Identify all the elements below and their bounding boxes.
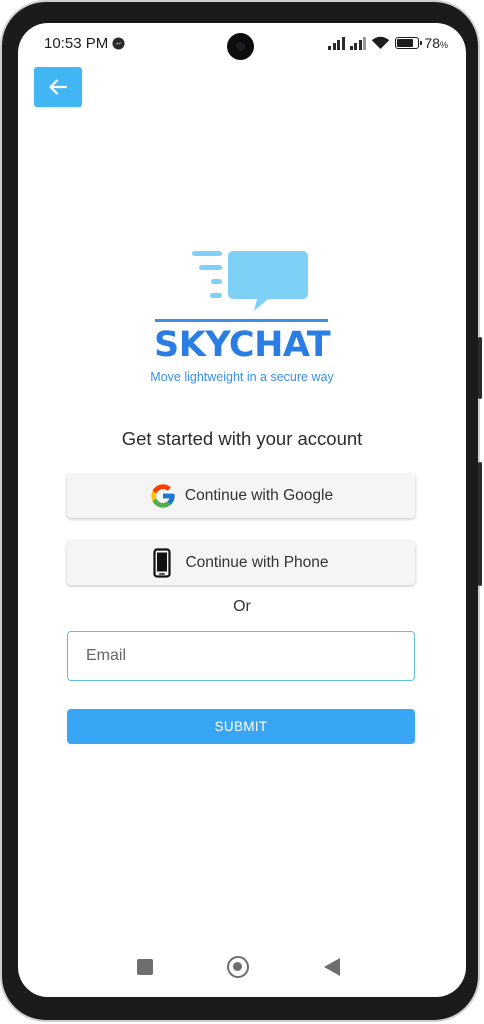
- signal-icon: [349, 36, 367, 50]
- or-separator: Or: [233, 598, 251, 615]
- messenger-icon: [112, 37, 125, 50]
- brand-divider: [155, 319, 328, 322]
- signal-icon: [328, 36, 345, 50]
- email-input[interactable]: [67, 631, 415, 681]
- brand-name: SKYCHAT: [154, 325, 331, 365]
- arrow-left-icon: [49, 79, 67, 95]
- continue-with-google-button[interactable]: Continue with Google: [67, 474, 415, 518]
- volume-button: [478, 337, 482, 399]
- status-bar: 10:53 PM 78%: [18, 23, 466, 65]
- wifi-icon: [372, 36, 390, 49]
- page: 10:53 PM 78% SKYCHAT Move lightweight in…: [0, 0, 484, 1024]
- phone-icon: [153, 548, 172, 578]
- brand-tagline: Move lightweight in a secure way: [150, 370, 334, 384]
- home-icon[interactable]: [227, 956, 249, 978]
- phone-button-label: Continue with Phone: [185, 554, 329, 571]
- google-button-label: Continue with Google: [184, 487, 334, 504]
- power-button: [478, 462, 482, 586]
- back-button[interactable]: [34, 67, 82, 107]
- battery-icon: [395, 37, 423, 49]
- page-heading: Get started with your account: [121, 428, 363, 449]
- back-icon[interactable]: [324, 958, 340, 976]
- google-icon: [151, 484, 175, 508]
- battery-percentage: 78%: [424, 35, 448, 51]
- screen: 10:53 PM 78% SKYCHAT Move lightweight in…: [18, 23, 466, 997]
- submit-button[interactable]: SUBMIT: [67, 709, 415, 744]
- status-icons: 78%: [328, 35, 448, 51]
- status-time: 10:53 PM: [44, 35, 109, 52]
- front-camera: [227, 33, 254, 60]
- recents-icon[interactable]: [137, 959, 153, 975]
- system-nav-bar: [18, 951, 466, 985]
- continue-with-phone-button[interactable]: Continue with Phone: [67, 541, 415, 585]
